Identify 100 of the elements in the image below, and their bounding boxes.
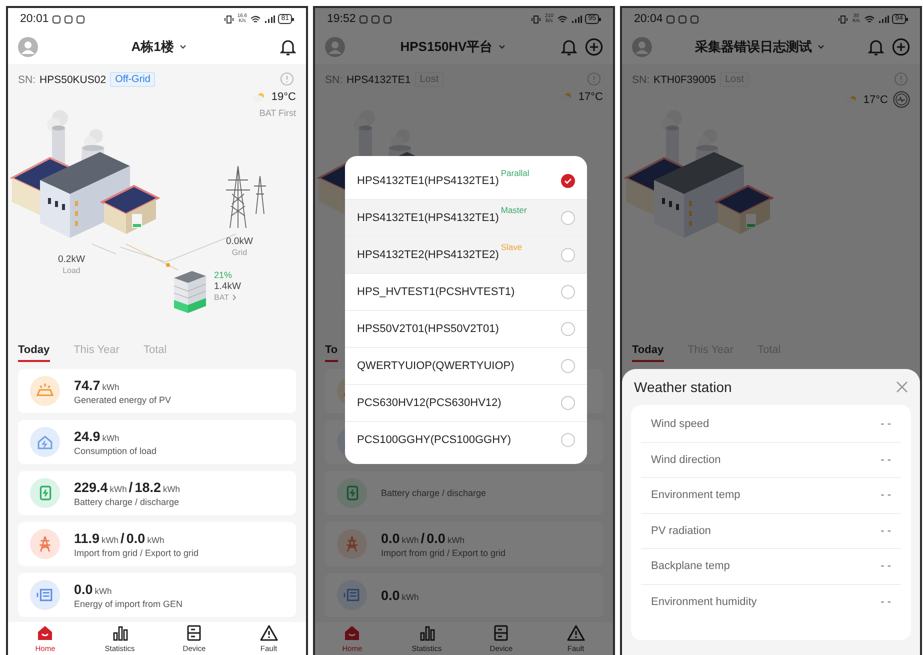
wifi-icon xyxy=(557,14,568,24)
period-tab[interactable]: Today xyxy=(18,344,50,362)
vibrate-icon xyxy=(224,14,234,24)
sensor-label: Environment humidity xyxy=(651,596,757,608)
sensor-value: - - xyxy=(880,418,891,430)
check-icon xyxy=(564,178,572,184)
solar-panel-icon xyxy=(30,376,60,406)
sn-label: SN: xyxy=(325,74,343,86)
period-tab[interactable]: Today xyxy=(632,344,664,362)
device-list-item[interactable]: PCS100GGHY(PCS100GGHY) xyxy=(345,421,587,458)
energy-unit: kWh xyxy=(447,535,464,545)
info-icon[interactable] xyxy=(280,72,294,86)
info-icon[interactable] xyxy=(894,72,908,86)
serial-number: HPS4132TE1 xyxy=(346,74,411,86)
energy-value: 0.0 xyxy=(74,582,93,596)
radio-button[interactable] xyxy=(561,359,575,373)
avatar-icon[interactable] xyxy=(325,37,345,57)
energy-unit: kWh xyxy=(102,535,119,545)
add-icon[interactable] xyxy=(892,38,910,56)
radio-button[interactable] xyxy=(561,248,575,262)
energy-unit: kWh xyxy=(402,592,419,602)
clock-time: 20:01 xyxy=(20,13,49,25)
energy-unit: kWh xyxy=(102,382,120,392)
energy-mode: BAT First xyxy=(259,108,296,118)
card-caption: Consumption of load xyxy=(74,446,157,456)
sensor-value: - - xyxy=(880,489,891,502)
radio-button[interactable] xyxy=(561,433,575,447)
radio-button[interactable] xyxy=(561,174,575,188)
pylon-icon xyxy=(30,529,60,559)
serial-number: HPS50KUS02 xyxy=(40,74,106,86)
energy-unit: kWh xyxy=(110,484,127,494)
wifi-icon xyxy=(864,14,876,24)
battery-soc: 21% xyxy=(214,270,234,281)
battery-label: BAT xyxy=(214,292,229,303)
pylon-icon xyxy=(337,529,367,559)
avatar-icon[interactable] xyxy=(632,37,652,57)
device-list-item[interactable]: HPS4132TE2(HPS4132TE2) Slave xyxy=(345,236,587,273)
energy-unit: kWh xyxy=(147,535,164,545)
sensor-value: - - xyxy=(880,524,891,537)
warning-icon xyxy=(260,624,278,642)
site-title: 采集器错误日志测试 xyxy=(695,38,812,56)
sensor-value: - - xyxy=(880,596,891,608)
bar-chart-icon xyxy=(110,624,129,642)
device-list-item[interactable]: HPS4132TE1(HPS4132TE1) Master xyxy=(345,199,587,236)
close-icon xyxy=(896,381,908,393)
add-icon[interactable] xyxy=(585,38,603,56)
sensor-label: Environment temp xyxy=(651,489,740,502)
chevron-right-icon[interactable] xyxy=(232,294,237,301)
battery-icon xyxy=(30,478,60,508)
chevron-down-icon[interactable] xyxy=(178,44,187,50)
bar-chart-icon xyxy=(418,624,436,642)
server-icon xyxy=(185,624,204,642)
energy-value: 74.7 xyxy=(74,378,100,392)
battery-power: 1.4kW xyxy=(214,281,241,292)
radio-button[interactable] xyxy=(561,322,575,336)
period-tab[interactable]: To xyxy=(325,344,338,362)
role-tag: Slave xyxy=(500,242,522,252)
clock-time: 20:04 xyxy=(634,13,663,25)
sensor-label: PV radiation xyxy=(651,524,711,537)
grid-label: Grid xyxy=(232,247,248,258)
role-tag: Master xyxy=(500,205,527,215)
card-caption: Generated energy of PV xyxy=(74,394,172,404)
sensor-value: - - xyxy=(880,454,891,466)
close-button[interactable] xyxy=(896,381,908,393)
serial-number: KTH0F39005 xyxy=(654,74,716,86)
energy-value: 229.4 xyxy=(74,480,108,495)
house-icon xyxy=(30,427,60,457)
sn-label: SN: xyxy=(18,74,36,86)
generator-icon xyxy=(337,580,367,610)
radio-button[interactable] xyxy=(561,396,575,410)
radio-button[interactable] xyxy=(561,285,575,299)
card-caption: Energy of import from GEN xyxy=(74,598,183,608)
server-icon xyxy=(492,624,510,642)
energy-value: 0.0 xyxy=(381,588,400,602)
clock-time: 19:52 xyxy=(327,13,356,25)
card-caption: Battery charge / discharge xyxy=(74,497,180,507)
weather-station-icon[interactable] xyxy=(893,91,910,108)
card-caption: Import from grid / Export to grid xyxy=(74,548,199,558)
card-caption: Import from grid / Export to grid xyxy=(381,548,506,558)
site-title: HPS150HV平台 xyxy=(400,38,493,56)
wifi-icon xyxy=(250,14,262,24)
value-separator: / xyxy=(120,530,124,546)
avatar-icon[interactable] xyxy=(18,37,38,57)
energy-unit: kWh xyxy=(94,586,112,596)
generator-icon xyxy=(30,580,60,610)
temperature: 17°C xyxy=(863,94,888,106)
bell-icon[interactable] xyxy=(280,38,296,56)
grid-power: 0.0kW xyxy=(226,236,253,247)
radio-button[interactable] xyxy=(561,211,575,225)
energy-value: 11.9 xyxy=(74,531,100,546)
chevron-down-icon[interactable] xyxy=(817,44,825,50)
battery-cabinet-drawing xyxy=(172,270,208,314)
temperature: 19°C xyxy=(271,91,296,103)
info-icon[interactable] xyxy=(587,72,601,86)
energy-value: 24.9 xyxy=(74,428,100,444)
signal-icon xyxy=(571,14,582,24)
sheet-title: Weather station xyxy=(634,379,732,395)
status-badge: Off-Grid xyxy=(110,72,156,87)
sensor-label: Wind direction xyxy=(651,454,721,466)
chevron-down-icon[interactable] xyxy=(498,44,506,50)
